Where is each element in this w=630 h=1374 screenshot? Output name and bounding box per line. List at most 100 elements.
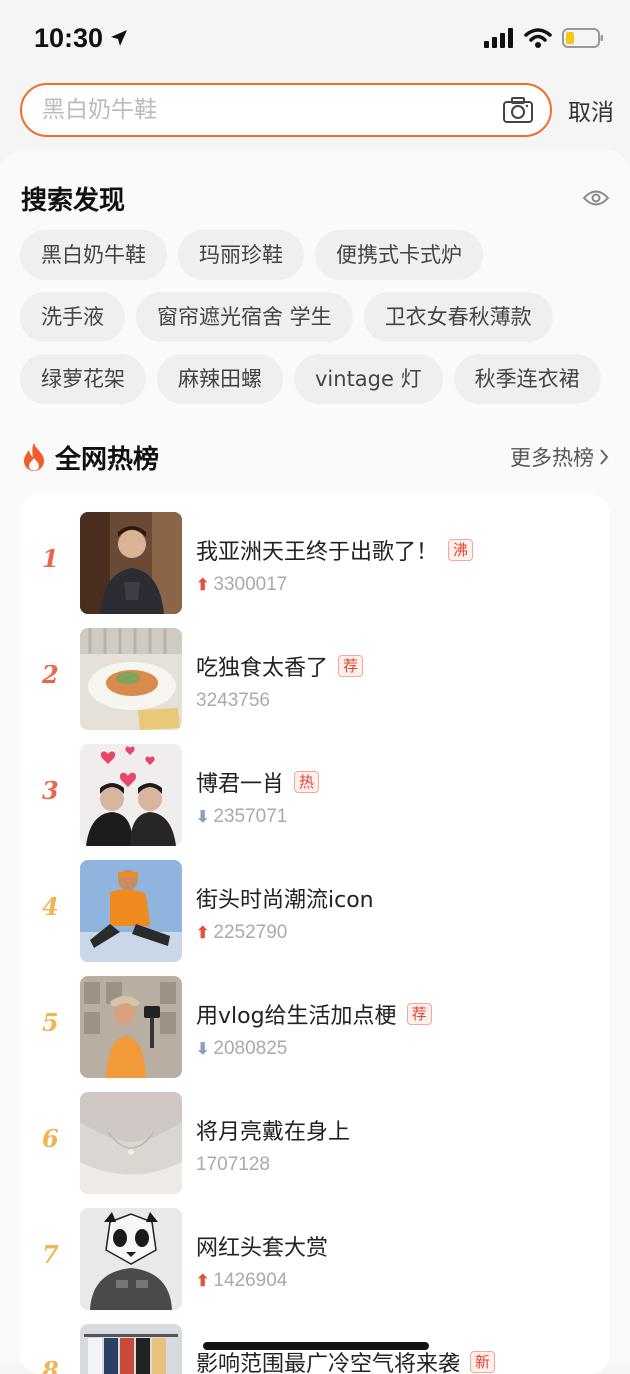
hot-item-count: ⬆ 3300017 <box>196 574 287 596</box>
hot-item-thumbnail <box>80 1208 182 1310</box>
search-input[interactable] <box>40 96 474 124</box>
discover-title: 搜索发现 <box>21 185 126 216</box>
cancel-button[interactable]: 取消 <box>568 93 614 127</box>
discover-chips: 黑白奶牛鞋 玛丽珍鞋 便携式卡式炉 洗手液 窗帘遮光宿舍 学生 卫衣女春秋薄款 … <box>20 230 620 416</box>
rank-number: 3 <box>42 776 59 805</box>
rank-number: 5 <box>42 1008 59 1037</box>
hot-list-item[interactable]: 3 博君一肖 热 ⬇ 2357071 <box>20 744 610 846</box>
home-indicator[interactable] <box>203 1342 429 1350</box>
hot-list-item[interactable]: 7 网红头套大赏 ⬆ 1426904 <box>20 1208 610 1310</box>
hot-item-count: 3243756 <box>196 690 270 712</box>
hot-badge: 荐 <box>338 655 364 677</box>
hot-item-title: 将月亮戴在身上 <box>196 1114 350 1146</box>
rank-number: 2 <box>42 660 59 689</box>
hot-item-title: 吃独食太香了 荐 <box>196 650 364 682</box>
hot-item-title: 街头时尚潮流icon <box>196 882 374 914</box>
hot-title: 全网热榜 <box>55 444 160 475</box>
discover-chip[interactable]: 麻辣田螺 <box>157 354 283 404</box>
chip-row: 绿萝花架 麻辣田螺 vintage 灯 秋季连衣裙 <box>20 354 620 404</box>
hot-item-thumbnail <box>80 744 182 846</box>
status-time-text: 10:30 <box>34 22 104 53</box>
hot-item-thumbnail <box>80 976 182 1078</box>
status-bar: 10:30 <box>0 0 630 76</box>
trend-up-icon: ⬆ <box>196 1273 210 1290</box>
location-arrow-icon <box>111 30 128 46</box>
discover-chip[interactable]: 秋季连衣裙 <box>453 354 601 404</box>
hot-item-count: 1707128 <box>196 1154 270 1176</box>
status-time: 10:30 <box>34 23 129 54</box>
hot-count-value: 3243756 <box>196 690 270 711</box>
hot-item-title: 网红头套大赏 <box>196 1230 328 1262</box>
hot-item-count: ⬇ 2357071 <box>196 806 287 828</box>
hot-list-item[interactable]: 4 街头时尚潮流icon ⬆ 2252790 <box>20 860 610 962</box>
hot-item-thumbnail <box>80 1092 182 1194</box>
discover-header: 搜索发现 <box>21 178 610 218</box>
discover-chip[interactable]: 绿萝花架 <box>20 354 146 404</box>
hot-count-value: 1426904 <box>213 1270 288 1291</box>
rank-number: 4 <box>42 892 59 921</box>
trend-up-icon: ⬆ <box>196 925 210 942</box>
hot-badge: 沸 <box>448 539 474 561</box>
hot-badge: 荐 <box>406 1003 432 1025</box>
hot-item-title-text: 我亚洲天王终于出歌了！ <box>196 540 439 565</box>
hot-item-title: 我亚洲天王终于出歌了！ 沸 <box>196 534 474 566</box>
hot-badge: 新 <box>470 1351 496 1373</box>
hot-item-title: 博君一肖 热 <box>196 766 320 798</box>
discover-chip[interactable]: 便携式卡式炉 <box>315 230 483 280</box>
hot-count-value: 3300017 <box>213 574 288 595</box>
hot-count-value: 2080825 <box>213 1038 288 1059</box>
hot-item-thumbnail <box>80 1324 182 1374</box>
hot-title-wrap: 全网热榜 <box>21 439 159 476</box>
discover-chip[interactable]: 洗手液 <box>20 292 125 342</box>
hot-badge: 热 <box>294 771 320 793</box>
discover-chip[interactable]: 窗帘遮光宿舍 学生 <box>136 292 353 342</box>
hot-list-item[interactable]: 2 吃独食太香了 荐 3243756 <box>20 628 610 730</box>
hot-count-value: 2357071 <box>213 806 288 827</box>
hot-item-title-text: 街头时尚潮流icon <box>196 888 374 913</box>
trend-up-icon: ⬆ <box>196 577 210 594</box>
hot-item-count: ⬆ 1426904 <box>196 1270 287 1292</box>
hot-item-thumbnail <box>80 860 182 962</box>
hot-header: 全网热榜 更多热榜 <box>21 437 610 477</box>
hot-item-title-text: 吃独食太香了 <box>196 656 329 681</box>
hot-item-title: 影响范围最广冷空气将来袭 新 <box>196 1346 496 1374</box>
hot-list-item[interactable]: 5 用vlog给生活加点梗 荐 ⬇ 2080825 <box>20 976 610 1078</box>
hot-item-thumbnail <box>80 512 182 614</box>
discover-chip[interactable]: 卫衣女春秋薄款 <box>363 292 553 342</box>
more-hot-label: 更多热榜 <box>510 446 594 470</box>
eye-icon[interactable] <box>582 188 610 208</box>
chip-row: 黑白奶牛鞋 玛丽珍鞋 便携式卡式炉 <box>20 230 620 280</box>
discover-chip[interactable]: vintage 灯 <box>294 354 443 404</box>
wifi-icon <box>524 28 552 48</box>
hot-item-title-text: 网红头套大赏 <box>196 1236 329 1261</box>
cellular-signal-icon <box>484 28 513 48</box>
rank-number: 7 <box>42 1240 59 1269</box>
rank-number: 1 <box>42 544 59 573</box>
hot-count-value: 1707128 <box>196 1154 270 1175</box>
discover-chip[interactable]: 玛丽珍鞋 <box>178 230 304 280</box>
chip-row: 洗手液 窗帘遮光宿舍 学生 卫衣女春秋薄款 <box>20 292 620 342</box>
hot-list-item[interactable]: 1 我亚洲天王终于出歌了！ 沸 ⬆ 3300017 <box>20 512 610 614</box>
trend-down-icon: ⬇ <box>196 809 210 826</box>
search-box[interactable] <box>20 83 552 137</box>
more-hot-link[interactable]: 更多热榜 <box>510 442 610 472</box>
status-indicators <box>484 27 604 49</box>
hot-item-count: ⬆ 2252790 <box>196 922 287 944</box>
hot-item-thumbnail <box>80 628 182 730</box>
hot-item-title-text: 博君一肖 <box>196 772 285 797</box>
search-row: 取消 <box>20 81 620 139</box>
hot-item-title-text: 将月亮戴在身上 <box>196 1120 351 1145</box>
chevron-right-icon <box>600 449 609 465</box>
hot-item-title-text: 影响范围最广冷空气将来袭 <box>196 1352 461 1374</box>
battery-icon <box>562 28 603 48</box>
hot-list-item[interactable]: 6 将月亮戴在身上 1707128 <box>20 1092 610 1194</box>
hot-count-value: 2252790 <box>213 922 288 943</box>
flame-icon <box>24 443 44 471</box>
rank-number: 6 <box>42 1124 59 1153</box>
rank-number: 8 <box>42 1356 59 1374</box>
hot-item-title-text: 用vlog给生活加点梗 <box>196 1004 397 1029</box>
hot-item-title: 用vlog给生活加点梗 荐 <box>196 998 432 1030</box>
discover-chip[interactable]: 黑白奶牛鞋 <box>20 230 167 280</box>
hot-item-count: ⬇ 2080825 <box>196 1038 287 1060</box>
camera-icon[interactable] <box>502 96 534 124</box>
